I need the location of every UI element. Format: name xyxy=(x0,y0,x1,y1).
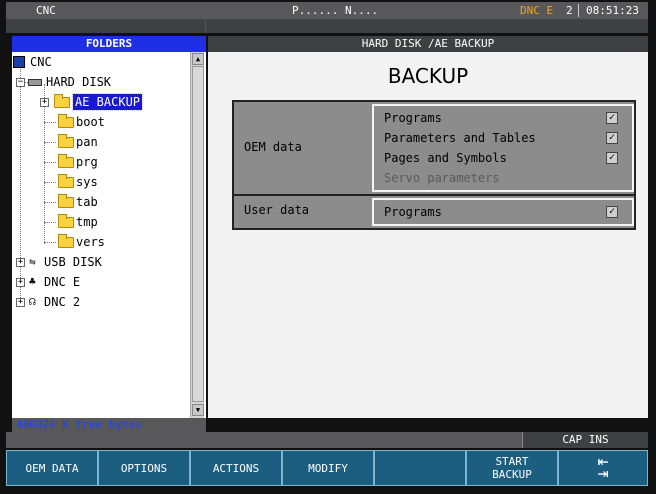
folder-icon xyxy=(58,154,74,168)
softkey-bar: OEM DATA OPTIONS ACTIONS MODIFY START BA… xyxy=(6,450,648,486)
collapse-icon[interactable]: − xyxy=(16,78,25,87)
folders-pane: FOLDERS CNC − HARD DISK + AE BACKUP boot… xyxy=(12,36,206,418)
folder-icon xyxy=(58,194,74,208)
tree-item-dnc-e[interactable]: + ♣ DNC E xyxy=(12,272,190,292)
expand-icon[interactable]: + xyxy=(16,298,25,307)
expand-icon[interactable]: + xyxy=(16,258,25,267)
tree-item-label: prg xyxy=(76,155,98,169)
option-parameters-tables[interactable]: Parameters and Tables ✓ xyxy=(384,128,624,148)
cnc-screen: CNC P...... N.... DNC E 2 08:51:23 FOLDE… xyxy=(0,0,656,494)
empty-softkey[interactable] xyxy=(374,450,466,486)
oem-data-label: OEM data xyxy=(244,140,302,154)
cap-ins-indicator: CAP INS xyxy=(522,432,648,448)
scroll-down-icon[interactable]: ▼ xyxy=(192,404,204,416)
checkbox-checked-icon[interactable]: ✓ xyxy=(606,206,618,218)
message-bar-left xyxy=(6,19,206,33)
tree-item-hard-disk[interactable]: − HARD DISK xyxy=(12,72,190,92)
tree-item-label: tmp xyxy=(76,215,98,229)
switch-arrows-icon: ⇤ ⇥ xyxy=(597,451,609,484)
tree-item-label: pan xyxy=(76,135,98,149)
option-label: Parameters and Tables xyxy=(384,131,536,145)
folder-icon xyxy=(58,114,74,128)
folder-icon xyxy=(58,234,74,248)
option-label: Servo parameters xyxy=(384,171,500,185)
folder-icon xyxy=(58,174,74,188)
oem-options-box: Programs ✓ Parameters and Tables ✓ Pages… xyxy=(372,104,634,192)
serial-icon: ☊ xyxy=(29,295,36,308)
page-title: BACKUP xyxy=(387,64,469,88)
actions-button[interactable]: ACTIONS xyxy=(190,450,282,486)
option-user-programs[interactable]: Programs ✓ xyxy=(384,202,624,222)
tree-item-label: boot xyxy=(76,115,105,129)
oem-data-button[interactable]: OEM DATA xyxy=(6,450,98,486)
tree-item-label: DNC 2 xyxy=(44,295,81,309)
usb-icon: ⇋ xyxy=(29,255,36,268)
status-divider xyxy=(578,4,579,17)
tree-item-label: vers xyxy=(76,235,105,249)
tree-item-tmp[interactable]: tmp xyxy=(12,212,190,232)
tree-item-tab[interactable]: tab xyxy=(12,192,190,212)
option-pages-symbols[interactable]: Pages and Symbols ✓ xyxy=(384,148,624,168)
option-label: Programs xyxy=(384,205,442,219)
start-backup-line2: BACKUP xyxy=(492,468,532,481)
user-data-group: User data Programs ✓ xyxy=(232,196,636,230)
app-name: CNC xyxy=(36,4,56,17)
tree-item-label-selected: AE BACKUP xyxy=(71,93,144,111)
tree-item-vers[interactable]: vers xyxy=(12,232,190,252)
checkbox-checked-icon[interactable]: ✓ xyxy=(606,112,618,124)
hard-disk-icon xyxy=(28,79,42,86)
network-icon: ♣ xyxy=(29,275,36,288)
tree-item-label: DNC E xyxy=(44,275,81,289)
option-servo-parameters: Servo parameters xyxy=(384,168,624,188)
modify-button[interactable]: MODIFY xyxy=(282,450,374,486)
checkbox-checked-icon[interactable]: ✓ xyxy=(606,132,618,144)
top-status-bar: CNC P...... N.... DNC E 2 08:51:23 xyxy=(6,2,648,19)
folder-icon xyxy=(58,214,74,228)
folder-icon xyxy=(58,134,74,148)
switch-button[interactable]: ⇤ ⇥ xyxy=(558,450,648,486)
oem-data-group: OEM data Programs ✓ Parameters and Table… xyxy=(232,100,636,196)
tree-item-cnc[interactable]: CNC xyxy=(12,52,190,72)
message-bar xyxy=(6,19,648,33)
mode-indicator: DNC E xyxy=(520,4,554,17)
folder-open-icon xyxy=(54,94,70,108)
checkbox-checked-icon[interactable]: ✓ xyxy=(606,152,618,164)
folder-scrollbar[interactable]: ▲ ▼ xyxy=(190,52,204,418)
clock: 08:51:23 xyxy=(586,4,639,17)
folder-tree[interactable]: CNC − HARD DISK + AE BACKUP boot pan prg… xyxy=(12,52,190,418)
tree-item-usb-disk[interactable]: + ⇋ USB DISK xyxy=(12,252,190,272)
free-space-label: 486924 K free bytes xyxy=(12,418,206,432)
user-options-box: Programs ✓ xyxy=(372,198,634,226)
tree-item-sys[interactable]: sys xyxy=(12,172,190,192)
tree-item-label: USB DISK xyxy=(44,255,102,269)
tree-item-boot[interactable]: boot xyxy=(12,112,190,132)
cnc-icon xyxy=(13,56,25,68)
scroll-up-icon[interactable]: ▲ xyxy=(192,53,204,65)
current-path: HARD DISK /AE BACKUP xyxy=(208,36,648,52)
status-row: CAP INS xyxy=(6,432,648,448)
tree-item-prg[interactable]: prg xyxy=(12,152,190,172)
option-label: Programs xyxy=(384,111,442,125)
start-backup-line1: START xyxy=(495,455,529,468)
tree-item-label: HARD DISK xyxy=(46,75,112,89)
tree-item-label: sys xyxy=(76,175,98,189)
channel-indicator: 2 xyxy=(566,4,573,17)
start-backup-button[interactable]: START BACKUP xyxy=(466,450,558,486)
user-data-label: User data xyxy=(244,203,310,217)
folders-title: FOLDERS xyxy=(12,36,206,52)
expand-icon[interactable]: + xyxy=(40,98,49,107)
tree-item-ae-backup[interactable]: + AE BACKUP xyxy=(12,92,190,112)
tree-item-pan[interactable]: pan xyxy=(12,132,190,152)
tree-item-label: CNC xyxy=(30,55,52,69)
option-programs[interactable]: Programs ✓ xyxy=(384,108,624,128)
option-label: Pages and Symbols xyxy=(384,151,507,165)
backup-panel: HARD DISK /AE BACKUP BACKUP OEM data Pro… xyxy=(208,36,648,418)
options-button[interactable]: OPTIONS xyxy=(98,450,190,486)
scroll-thumb[interactable] xyxy=(192,66,204,402)
expand-icon[interactable]: + xyxy=(16,278,25,287)
program-indicator: P...... N.... xyxy=(292,4,379,17)
tree-item-dnc-2[interactable]: + ☊ DNC 2 xyxy=(12,292,190,312)
tree-item-label: tab xyxy=(76,195,98,209)
